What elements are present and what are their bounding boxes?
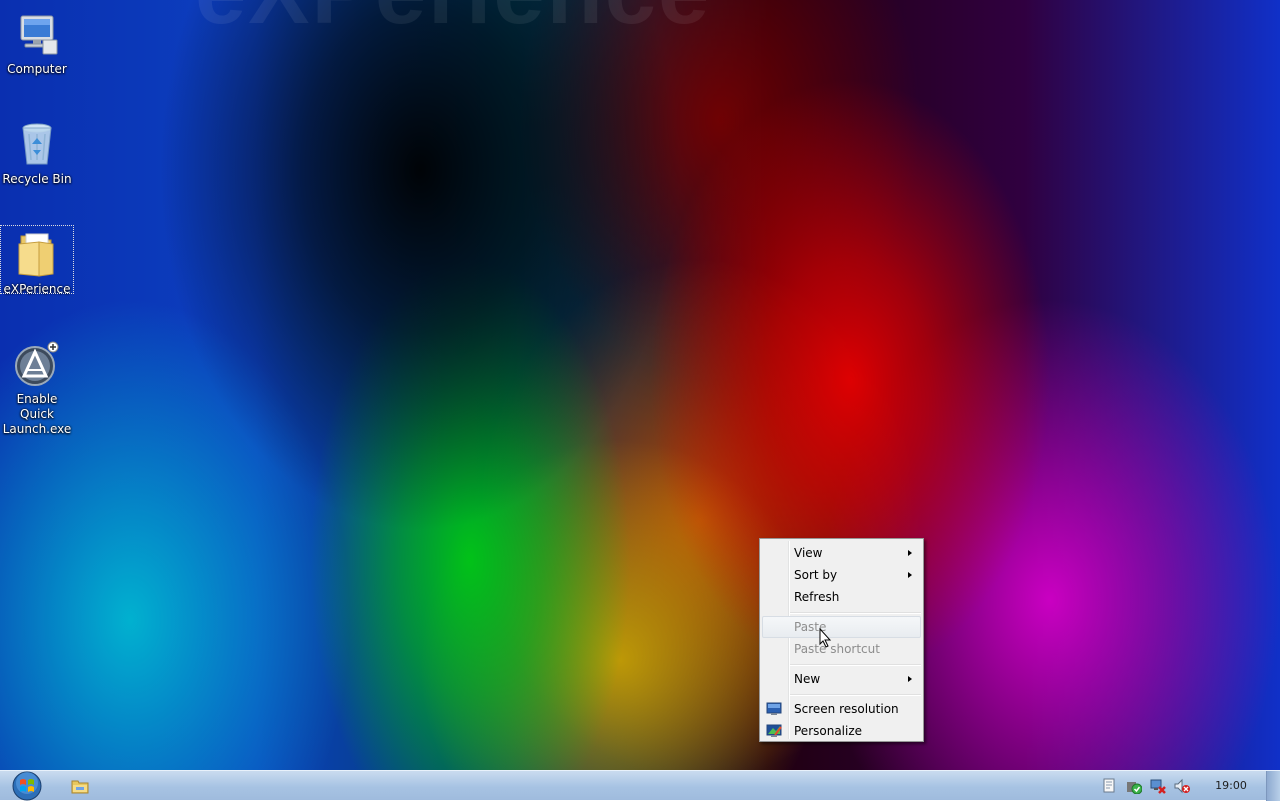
submenu-arrow-icon bbox=[908, 572, 912, 578]
menu-separator bbox=[790, 694, 921, 696]
menu-item-screen-resolution[interactable]: Screen resolution bbox=[762, 698, 921, 720]
menu-separator bbox=[790, 612, 921, 614]
menu-item-label: New bbox=[794, 672, 821, 686]
menu-item-personalize[interactable]: Personalize bbox=[762, 720, 921, 742]
menu-separator bbox=[790, 664, 921, 666]
desktop-icon-label-line2: Launch.exe bbox=[2, 422, 72, 436]
personalize-icon bbox=[766, 724, 782, 737]
recycle-bin-icon bbox=[22, 123, 52, 165]
desktop-icon-label: Recycle Bin bbox=[2, 172, 72, 186]
desktop-icon-experience-folder[interactable]: eXPerience bbox=[0, 225, 74, 296]
desktop-icon-enable-quick-launch[interactable]: Enable Quick Launch.exe bbox=[1, 336, 73, 436]
menu-item-label: Paste shortcut bbox=[794, 642, 880, 656]
windows-explorer-icon[interactable] bbox=[70, 776, 90, 796]
menu-item-paste[interactable]: Paste bbox=[762, 616, 921, 638]
menu-item-label: Personalize bbox=[794, 724, 863, 738]
menu-item-label: Refresh bbox=[794, 590, 840, 604]
submenu-arrow-icon bbox=[908, 676, 912, 682]
desktop[interactable]: eXPerience Computer Recycle Bin bbox=[0, 0, 1280, 770]
mouse-pointer-icon bbox=[819, 628, 832, 648]
desktop-icon-label-line1: Enable Quick bbox=[16, 392, 58, 421]
desktop-icon-computer[interactable]: Computer bbox=[1, 6, 73, 78]
menu-item-view[interactable]: View bbox=[762, 542, 921, 564]
network-icon[interactable] bbox=[1150, 778, 1166, 794]
menu-item-new[interactable]: New bbox=[762, 668, 921, 690]
submenu-arrow-icon bbox=[908, 550, 912, 556]
menu-item-label: View bbox=[794, 546, 823, 560]
display-settings-icon bbox=[766, 702, 782, 715]
action-center-icon[interactable] bbox=[1101, 778, 1117, 794]
menu-item-label: Sort by bbox=[794, 568, 838, 582]
desktop-context-menu: View Sort by Refresh Paste Paste shortcu… bbox=[759, 538, 924, 742]
executable-icon bbox=[15, 341, 59, 386]
menu-item-label: Screen resolution bbox=[794, 702, 899, 716]
desktop-icon-label: eXPerience bbox=[3, 282, 71, 296]
desktop-icon-label: Computer bbox=[7, 62, 67, 76]
security-shield-icon[interactable] bbox=[1126, 778, 1142, 794]
taskbar-clock[interactable]: 19:00 bbox=[1204, 779, 1258, 792]
desktop-icon-recycle-bin[interactable]: Recycle Bin bbox=[1, 116, 73, 188]
volume-muted-icon[interactable] bbox=[1174, 778, 1190, 794]
windows-orb-icon[interactable] bbox=[6, 771, 48, 801]
folder-icon bbox=[18, 233, 54, 277]
wallpaper-watermark: eXPerience bbox=[195, 0, 711, 45]
menu-item-refresh[interactable]: Refresh bbox=[762, 586, 921, 608]
menu-item-sort-by[interactable]: Sort by bbox=[762, 564, 921, 586]
show-desktop-button[interactable] bbox=[1266, 771, 1280, 801]
taskbar: 19:00 bbox=[0, 770, 1280, 801]
menu-item-paste-shortcut[interactable]: Paste shortcut bbox=[762, 638, 921, 660]
computer-icon bbox=[20, 15, 58, 55]
